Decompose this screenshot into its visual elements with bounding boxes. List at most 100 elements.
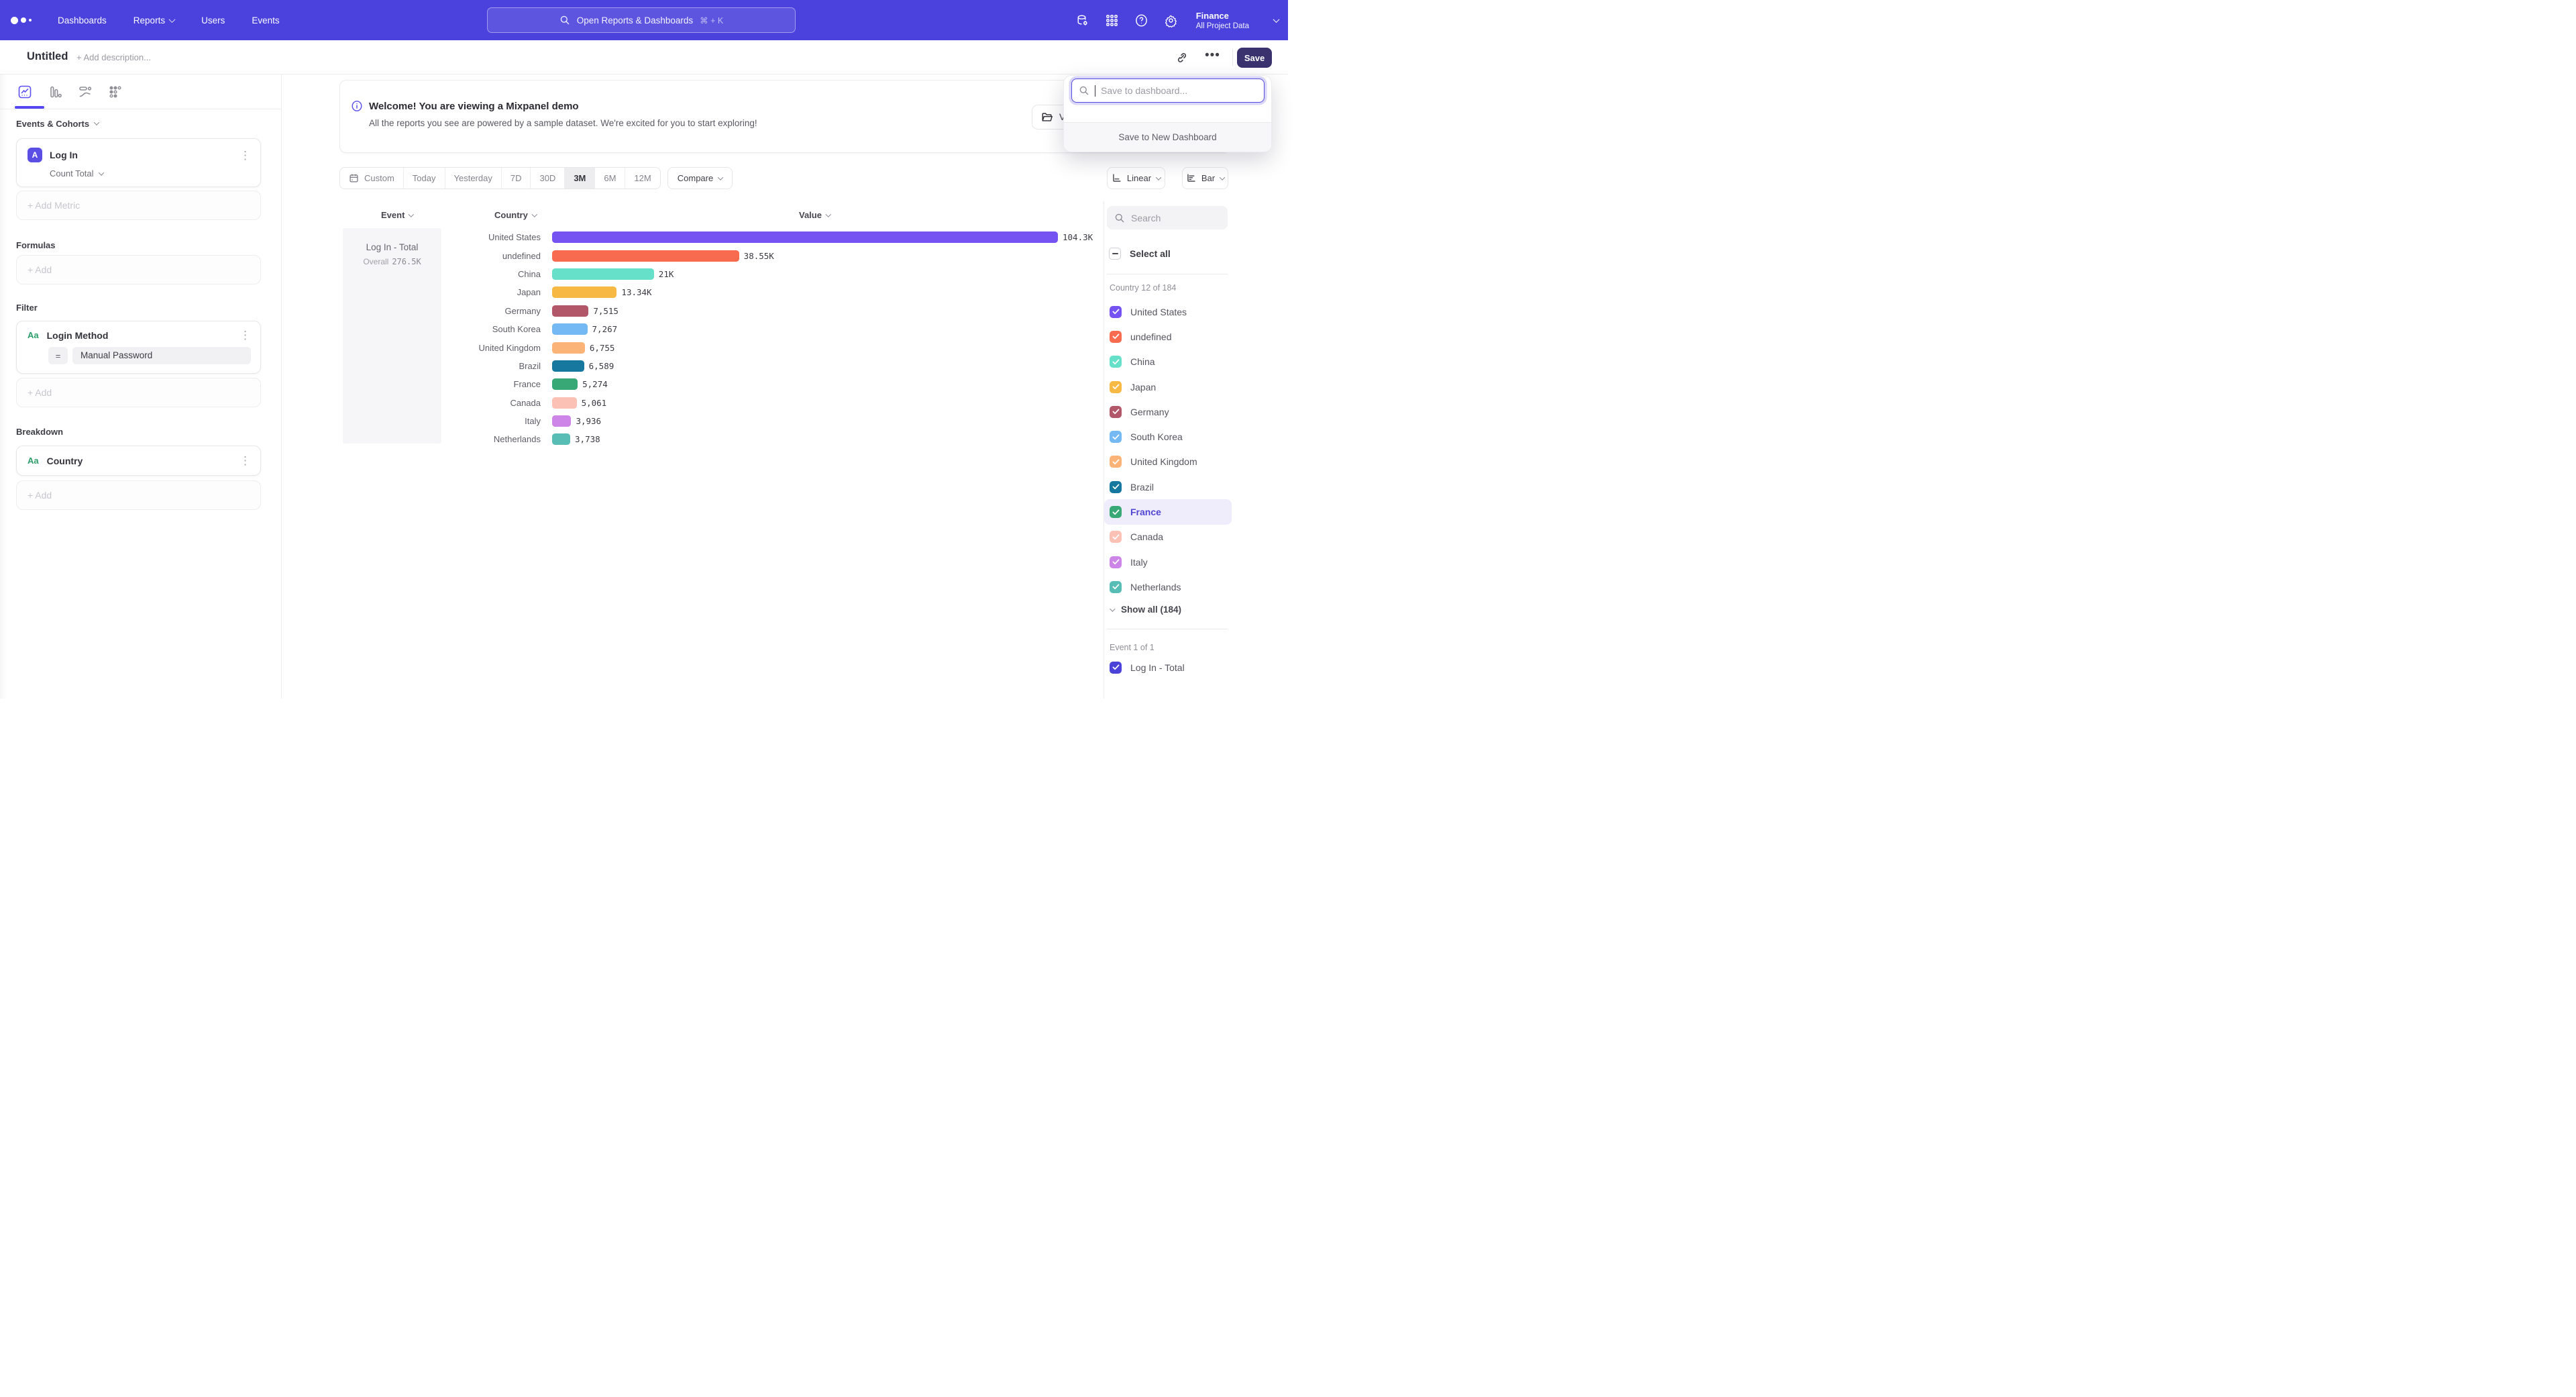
data-gear-icon[interactable] — [1075, 13, 1089, 28]
country-option-canada[interactable]: Canada — [1104, 525, 1232, 550]
date-range-yesterday[interactable]: Yesterday — [445, 168, 501, 189]
filter-card[interactable]: Aa Login Method ⋮ = Manual Password — [16, 321, 261, 374]
value-column-header[interactable]: Value — [799, 210, 830, 220]
checked-checkbox-icon[interactable] — [1110, 331, 1122, 343]
tab-funnels[interactable] — [48, 85, 62, 99]
search-shortcut: ⌘ + K — [700, 15, 723, 25]
panel-search-input[interactable]: Search — [1107, 206, 1228, 229]
country-option-undefined[interactable]: undefined — [1104, 324, 1232, 349]
add-formula-button[interactable]: + Add — [16, 255, 261, 284]
date-range-custom[interactable]: Custom — [340, 168, 403, 189]
metric-kebab-icon[interactable]: ⋮ — [239, 150, 251, 161]
checked-checkbox-icon[interactable] — [1110, 406, 1122, 418]
events-cohorts-heading[interactable]: Events & Cohorts — [16, 117, 261, 130]
country-option-italy[interactable]: Italy — [1104, 550, 1232, 574]
help-icon[interactable] — [1134, 13, 1148, 28]
bar-segment[interactable] — [552, 305, 588, 317]
date-range-7d[interactable]: 7D — [501, 168, 531, 189]
show-all-toggle[interactable]: Show all (184) — [1110, 605, 1181, 615]
nav-item-label: Dashboards — [58, 15, 107, 25]
country-option-japan[interactable]: Japan — [1104, 374, 1232, 399]
nav-items: Dashboards Reports Users Events — [58, 15, 280, 25]
compare-button[interactable]: Compare — [667, 167, 733, 189]
bar-segment[interactable] — [552, 378, 578, 390]
checked-checkbox-icon[interactable] — [1110, 381, 1122, 393]
save-to-new-dashboard-button[interactable]: Save to New Dashboard — [1064, 122, 1271, 152]
event-option-log-in---total[interactable]: Log In - Total — [1104, 655, 1232, 680]
filter-heading: Filter — [16, 301, 261, 313]
bar-segment[interactable] — [552, 433, 570, 445]
metric-event-name[interactable]: Log In — [50, 150, 78, 160]
country-option-united-kingdom[interactable]: United Kingdom — [1104, 450, 1232, 474]
checked-checkbox-icon[interactable] — [1110, 431, 1122, 443]
bar-segment[interactable] — [552, 250, 739, 262]
checked-checkbox-icon[interactable] — [1110, 531, 1122, 543]
tab-flows[interactable] — [78, 85, 93, 99]
event-total-cell[interactable]: Log In - Total Overall276.5K — [343, 228, 441, 444]
select-all-checkbox[interactable]: Select all — [1109, 248, 1171, 260]
date-range-today[interactable]: Today — [403, 168, 445, 189]
report-description-placeholder[interactable]: + Add description... — [76, 52, 151, 62]
tab-retention[interactable] — [108, 85, 123, 99]
breakdown-property-name[interactable]: Country — [47, 456, 83, 466]
mixpanel-logo-icon[interactable] — [11, 17, 40, 24]
chart-type-button[interactable]: Bar — [1182, 167, 1228, 189]
country-option-china[interactable]: China — [1104, 350, 1232, 374]
checked-checkbox-icon[interactable] — [1110, 662, 1122, 674]
breakdown-card[interactable]: Aa Country ⋮ — [16, 446, 261, 476]
checked-checkbox-icon[interactable] — [1110, 356, 1122, 368]
project-chevron-down-icon[interactable] — [1273, 16, 1280, 23]
event-column-header[interactable]: Event — [381, 210, 413, 220]
date-range-6m[interactable]: 6M — [594, 168, 625, 189]
add-filter-button[interactable]: + Add — [16, 378, 261, 407]
global-search-input[interactable]: Open Reports & Dashboards ⌘ + K — [487, 7, 796, 33]
country-option-south-korea[interactable]: South Korea — [1104, 424, 1232, 449]
filter-operator[interactable]: = — [48, 347, 68, 364]
bar-segment[interactable] — [552, 231, 1058, 243]
add-metric-button[interactable]: + Add Metric — [16, 191, 261, 220]
nav-item-dashboards[interactable]: Dashboards — [58, 15, 107, 25]
save-to-dashboard-input[interactable]: Save to dashboard... — [1071, 79, 1265, 103]
bar-segment[interactable] — [552, 268, 654, 280]
breakdown-kebab-icon[interactable]: ⋮ — [239, 455, 251, 466]
copy-link-icon[interactable] — [1175, 51, 1188, 64]
bar-segment[interactable] — [552, 397, 577, 409]
apps-grid-icon[interactable] — [1105, 13, 1119, 28]
bar-segment[interactable] — [552, 287, 616, 298]
date-range-30d[interactable]: 30D — [530, 168, 564, 189]
save-button[interactable]: Save — [1237, 48, 1272, 68]
checked-checkbox-icon[interactable] — [1110, 456, 1122, 468]
nav-item-users[interactable]: Users — [201, 15, 225, 25]
country-option-germany[interactable]: Germany — [1104, 399, 1232, 424]
country-option-france[interactable]: France — [1104, 499, 1232, 524]
scale-selector-button[interactable]: Linear — [1107, 167, 1165, 189]
checked-checkbox-icon[interactable] — [1110, 306, 1122, 318]
nav-item-reports[interactable]: Reports — [133, 15, 174, 25]
country-option-netherlands[interactable]: Netherlands — [1104, 574, 1232, 599]
checked-checkbox-icon[interactable] — [1110, 506, 1122, 518]
date-range-3m[interactable]: 3M — [564, 168, 594, 189]
checked-checkbox-icon[interactable] — [1110, 481, 1122, 493]
filter-property-name[interactable]: Login Method — [47, 330, 109, 341]
bar-segment[interactable] — [552, 323, 588, 335]
metric-card[interactable]: A Log In ⋮ Count Total — [16, 138, 261, 187]
settings-gear-icon[interactable] — [1164, 13, 1178, 28]
add-breakdown-button[interactable]: + Add — [16, 480, 261, 510]
more-options-icon[interactable]: ••• — [1205, 48, 1220, 63]
report-title[interactable]: Untitled — [27, 50, 68, 63]
date-range-12m[interactable]: 12M — [625, 168, 659, 189]
project-switcher[interactable]: Finance All Project Data — [1196, 11, 1249, 30]
metric-aggregation[interactable]: Count Total — [50, 168, 251, 178]
filter-value[interactable]: Manual Password — [72, 347, 251, 364]
filter-kebab-icon[interactable]: ⋮ — [239, 329, 251, 341]
nav-item-events[interactable]: Events — [252, 15, 279, 25]
country-option-united-states[interactable]: United States — [1104, 299, 1232, 324]
checked-checkbox-icon[interactable] — [1110, 581, 1122, 593]
country-column-header[interactable]: Country — [494, 210, 536, 220]
bar-segment[interactable] — [552, 342, 585, 354]
country-option-brazil[interactable]: Brazil — [1104, 474, 1232, 499]
checked-checkbox-icon[interactable] — [1110, 556, 1122, 568]
bar-segment[interactable] — [552, 360, 584, 372]
tab-insights[interactable] — [17, 85, 32, 99]
bar-segment[interactable] — [552, 415, 571, 427]
